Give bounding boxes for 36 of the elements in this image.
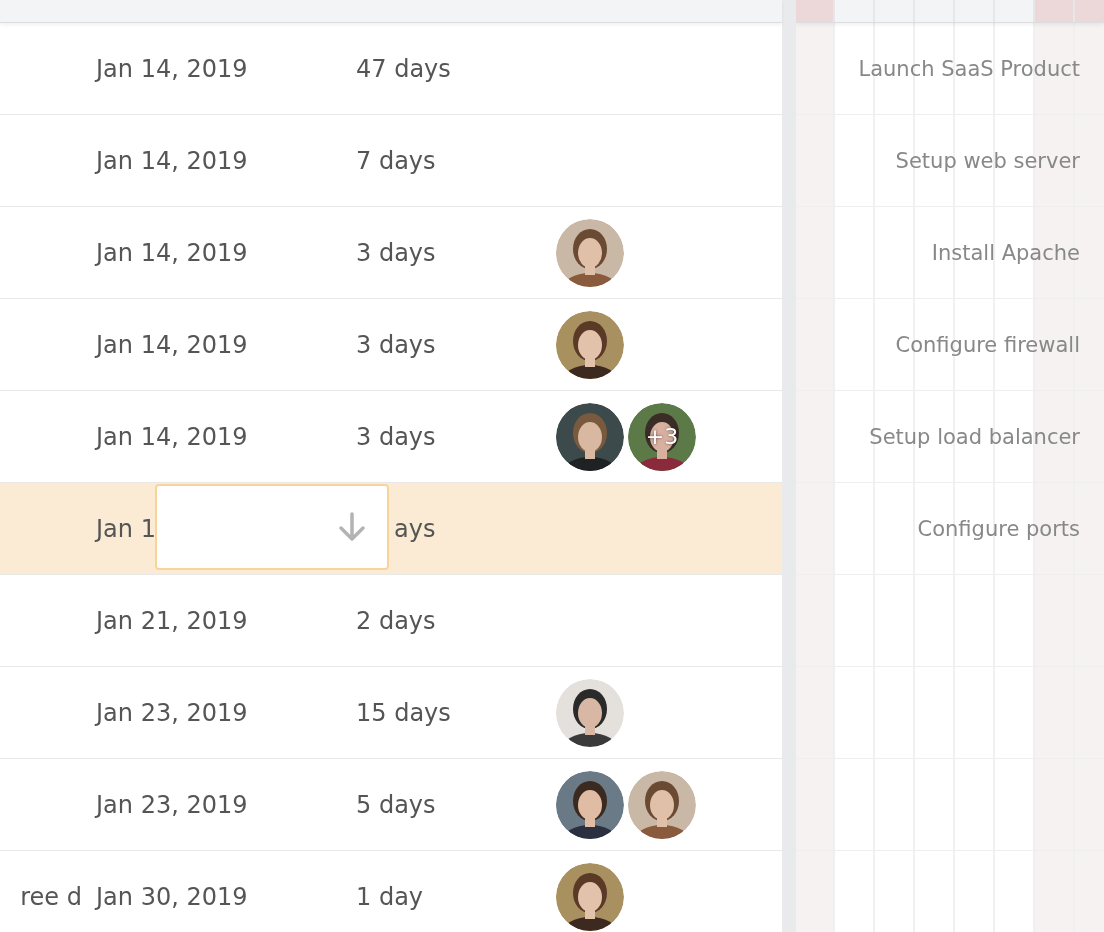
task-label: Setup load balancer bbox=[869, 424, 1080, 449]
down-arrow-icon[interactable] bbox=[337, 511, 367, 543]
table-cell: 47 days bbox=[356, 54, 451, 83]
table-cell: Jan 23, 2019 bbox=[96, 698, 248, 727]
table-cell: 1 day bbox=[356, 882, 424, 911]
task-label: Configure ports bbox=[917, 516, 1080, 541]
table-cell: 3 days bbox=[356, 422, 436, 451]
table-cell: 3 days bbox=[356, 330, 436, 359]
table-cell: 7 days bbox=[356, 146, 436, 175]
splitter[interactable] bbox=[782, 0, 796, 932]
table-cell: Jan 14, 2019 bbox=[96, 422, 248, 451]
table-cell-text: ree d bbox=[20, 882, 83, 911]
table-cell: Jan 14, 2019 bbox=[96, 238, 248, 267]
table-cell: Jan 14, 2019 bbox=[96, 330, 248, 359]
table-cell: 3 days bbox=[356, 238, 436, 267]
table-cell: Jan 30, 2019 bbox=[96, 882, 248, 911]
table-cell: 15 days bbox=[356, 698, 451, 727]
table-row[interactable]: Jan 1 ays bbox=[0, 483, 782, 575]
table-cell: Jan 14, 2019 bbox=[96, 146, 248, 175]
table-cell: Jan 21, 2019 bbox=[96, 606, 248, 635]
table-row[interactable]: ree d Jan 30, 2019 1 day bbox=[0, 851, 782, 932]
task-label: Configure firewall bbox=[895, 332, 1080, 357]
table-cell: 5 days bbox=[356, 790, 436, 819]
table-row[interactable]: Jan 14, 2019 3 days bbox=[0, 207, 782, 299]
task-label: Setup web server bbox=[895, 148, 1080, 173]
table-cell-text: ays bbox=[393, 514, 436, 543]
table-cell: 2 days bbox=[356, 606, 436, 635]
table-row[interactable]: Jan 14, 2019 3 days bbox=[0, 299, 782, 391]
task-label: Launch SaaS Product bbox=[858, 56, 1080, 81]
table-cell: Jan 1 bbox=[96, 514, 156, 543]
table-row[interactable]: Jan 23, 2019 15 days bbox=[0, 667, 782, 759]
task-label: Install Apache bbox=[931, 240, 1080, 265]
date-picker-field[interactable] bbox=[155, 484, 389, 570]
table-row[interactable]: Jan 23, 2019 5 days bbox=[0, 759, 782, 851]
table-cell: Jan 23, 2019 bbox=[96, 790, 248, 819]
table-cell: Jan 14, 2019 bbox=[96, 54, 248, 83]
